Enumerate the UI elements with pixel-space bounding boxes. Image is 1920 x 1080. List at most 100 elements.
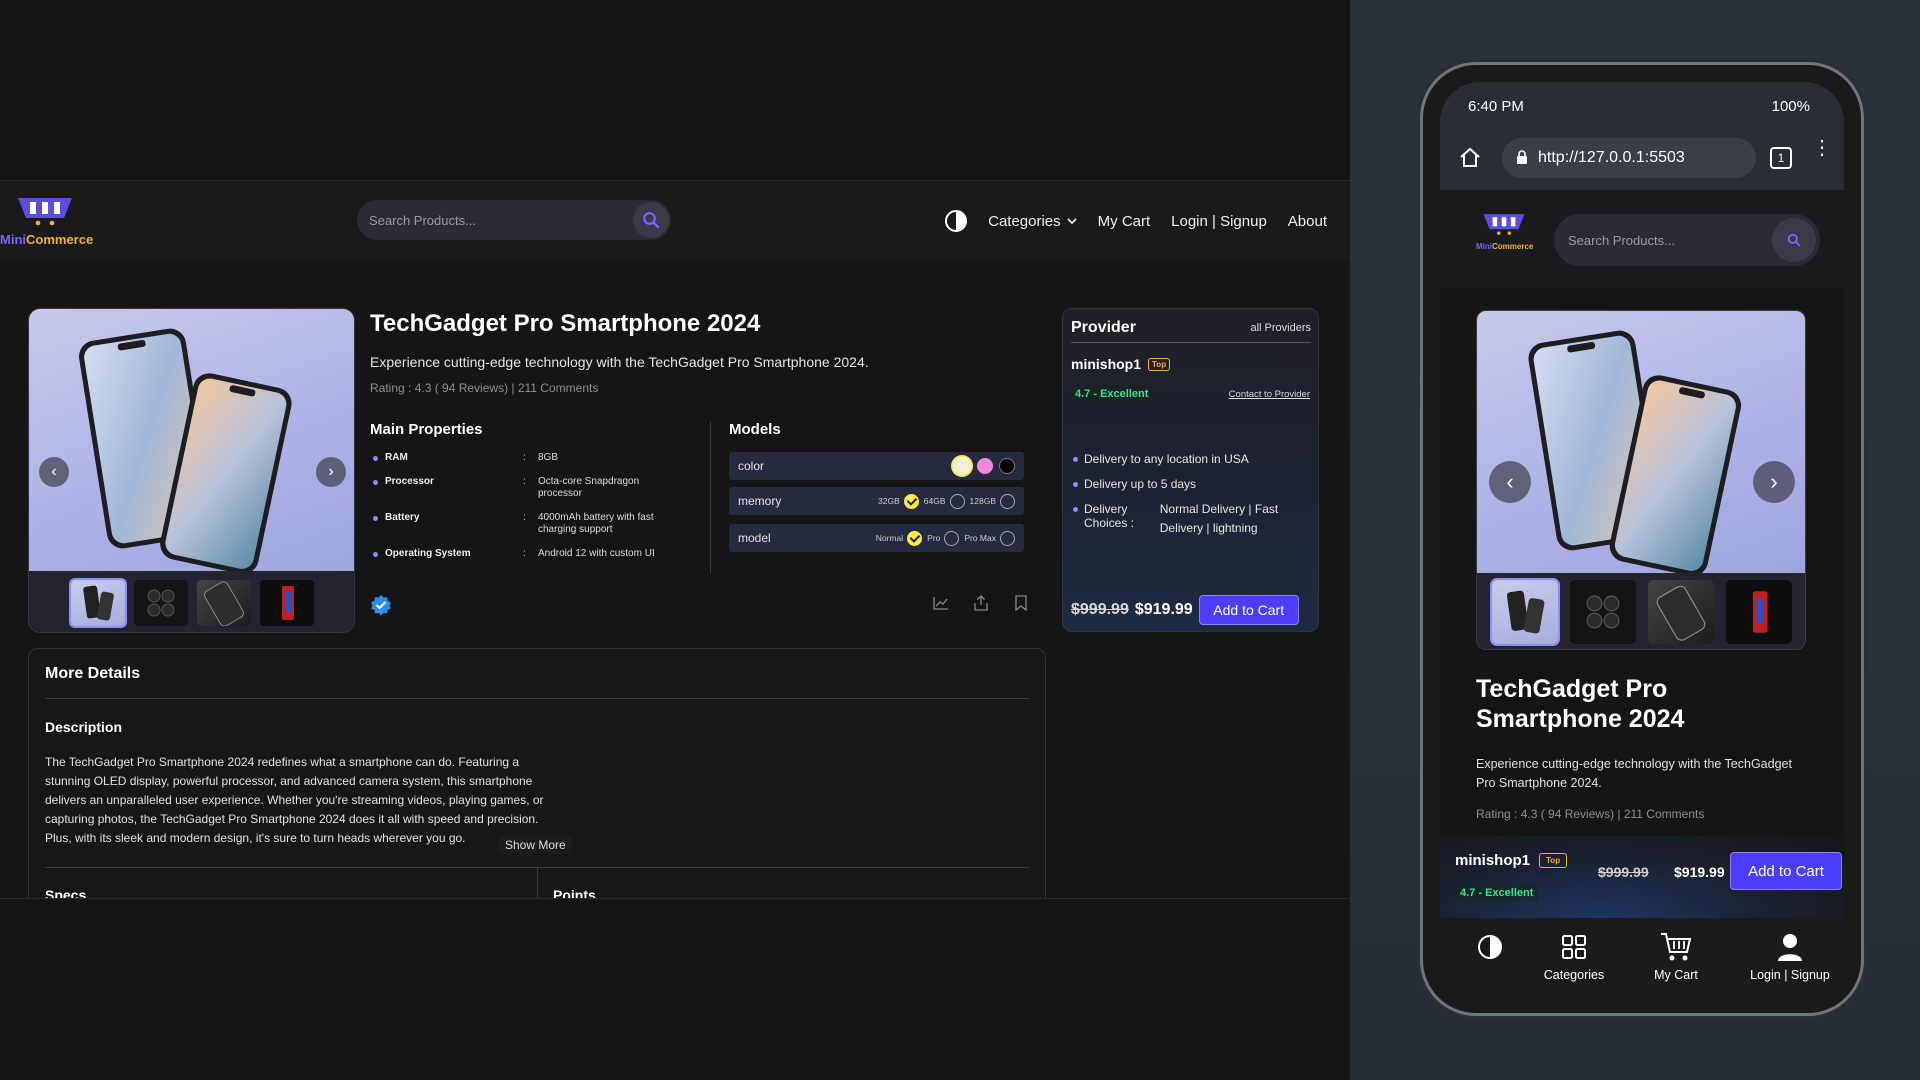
- mobile-logo[interactable]: MiniCommerce: [1474, 212, 1534, 262]
- product-image: [29, 309, 354, 575]
- bookmark-button[interactable]: [1010, 592, 1032, 614]
- mobile-tab-cart[interactable]: My Cart: [1626, 930, 1726, 982]
- new-price: $919.99: [1674, 864, 1725, 880]
- thumbnail-2[interactable]: [134, 579, 188, 626]
- home-icon[interactable]: [1458, 146, 1482, 168]
- search-button[interactable]: [633, 202, 669, 238]
- mobile-product-description: Experience cutting-edge technology with …: [1476, 757, 1792, 790]
- color-swatch-black[interactable]: [999, 458, 1015, 474]
- phones-illustration: [79, 328, 292, 575]
- mobile-tab-categories[interactable]: Categories: [1524, 930, 1624, 982]
- thumbnail-3[interactable]: [1648, 580, 1714, 644]
- nav-my-cart[interactable]: My Cart: [1098, 213, 1151, 230]
- model-option-pro-max[interactable]: Pro Max: [964, 530, 1015, 546]
- user-icon: [1778, 934, 1802, 961]
- more-menu-icon[interactable]: ⋮: [1812, 138, 1832, 158]
- mobile-product-title: TechGadget Pro Smartphone 2024: [1476, 675, 1685, 733]
- share-button[interactable]: [970, 592, 992, 614]
- chevron-down-icon: [1067, 217, 1077, 224]
- price-chart-button[interactable]: [930, 592, 952, 614]
- thumbnail-1[interactable]: [69, 577, 127, 628]
- nav-categories[interactable]: Categories: [988, 213, 1077, 230]
- divider: [0, 898, 1350, 899]
- nav-about[interactable]: About: [1288, 213, 1327, 230]
- gallery-prev-button[interactable]: ‹: [39, 457, 69, 487]
- thumbnail-1[interactable]: [1490, 578, 1560, 646]
- divider: [45, 698, 1029, 699]
- theme-toggle-button[interactable]: [945, 210, 968, 232]
- product-image: [1477, 311, 1805, 577]
- brand-name: MiniCommerce: [1476, 242, 1534, 251]
- mobile-tab-login[interactable]: Login | Signup: [1736, 930, 1844, 982]
- points-title: Points: [553, 887, 596, 898]
- delivery-info: Delivery to any location in USA Delivery…: [1071, 452, 1311, 549]
- thumbnail-2[interactable]: [1570, 580, 1636, 644]
- nav-login-signup[interactable]: Login | Signup: [1171, 213, 1267, 230]
- memory-option-32gb[interactable]: 32GB: [878, 493, 919, 509]
- mobile-search-input[interactable]: [1568, 214, 1768, 266]
- thumbnail-3[interactable]: [197, 579, 251, 626]
- all-providers-link[interactable]: all Providers: [1250, 322, 1311, 334]
- browser-chrome-area: [0, 0, 1350, 181]
- memory-option-128gb[interactable]: 128GB: [970, 493, 1015, 509]
- property-row: Processor: Octa-core Snapdragon processor: [370, 476, 670, 501]
- mobile-tab-bar: Categories My Cart Login | Signup: [1440, 918, 1844, 997]
- contact-provider-link[interactable]: Contact to Provider: [1229, 389, 1310, 400]
- color-swatch-cream[interactable]: [953, 457, 971, 475]
- show-more-button[interactable]: Show More: [499, 836, 572, 854]
- mobile-gallery-next-button[interactable]: ›: [1753, 461, 1795, 503]
- mobile-product-gallery: ‹ ›: [1476, 310, 1806, 650]
- memory-option-64gb[interactable]: 64GB: [924, 493, 965, 509]
- chevron-right-icon: ›: [1770, 469, 1778, 494]
- add-to-cart-button[interactable]: Add to Cart: [1198, 595, 1299, 625]
- bookmark-icon: [1015, 595, 1027, 611]
- radio-icon: [1000, 530, 1015, 546]
- model-option-pro[interactable]: Pro: [927, 530, 960, 546]
- search-bar: [357, 200, 671, 240]
- property-row: RAM:8GB: [370, 452, 670, 465]
- verified-badge-icon: [371, 595, 391, 616]
- thumbnail-4[interactable]: [1726, 580, 1792, 644]
- delivery-item: Delivery to any location in USA: [1071, 452, 1311, 466]
- cart-logo-icon: [1483, 214, 1525, 235]
- product-gallery: ‹ ›: [28, 308, 355, 633]
- mobile-navbar: MiniCommerce: [1440, 190, 1844, 288]
- divider: [537, 867, 538, 898]
- model-variant-row: model Normal Pro Pro Max: [729, 524, 1024, 552]
- thumbnail-4[interactable]: [260, 579, 314, 626]
- provider-header: Provider all Providers: [1071, 319, 1311, 343]
- gallery-next-button[interactable]: ›: [316, 457, 346, 487]
- top-badge: Top: [1148, 357, 1171, 371]
- delivery-item: Delivery up to 5 days: [1071, 477, 1311, 491]
- tabs-count-button[interactable]: 1: [1770, 147, 1792, 169]
- browser-url-bar: http://127.0.0.1:5503 1 ⋮: [1440, 132, 1844, 190]
- model-option-normal[interactable]: Normal: [876, 530, 923, 546]
- logo[interactable]: MiniCommerce: [0, 194, 100, 248]
- mobile-search-button[interactable]: [1772, 218, 1816, 262]
- grid-icon: [1562, 935, 1586, 959]
- mobile-add-to-cart-button[interactable]: Add to Cart: [1730, 852, 1842, 890]
- top-badge: Top: [1539, 853, 1568, 868]
- delivery-choices: Delivery Choices : Normal Delivery | Fast…: [1071, 502, 1311, 538]
- search-icon: [643, 212, 660, 229]
- radio-icon: [944, 530, 960, 546]
- search-input[interactable]: [369, 200, 619, 240]
- product-info: TechGadget Pro Smartphone 2024 Experienc…: [370, 308, 1040, 616]
- specs-title: Specs: [45, 887, 87, 898]
- provider-score: 4.7 - Excellent: [1455, 884, 1539, 902]
- mobile-gallery-prev-button[interactable]: ‹: [1489, 461, 1531, 503]
- product-page: ‹ › TechGadget Pro Smartphone 2024 Exper…: [0, 260, 1350, 898]
- main-properties-title: Main Properties: [370, 421, 483, 438]
- cart-icon: [1661, 933, 1692, 961]
- contrast-icon: [1478, 935, 1502, 959]
- provider-score: 4.7 - Excellent: [1071, 386, 1153, 402]
- color-swatch-pink[interactable]: [977, 458, 993, 474]
- url-field[interactable]: http://127.0.0.1:5503: [1502, 138, 1756, 178]
- old-price: $999.99: [1071, 601, 1129, 618]
- main-properties-list: RAM:8GB Processor: Octa-core Snapdragon p…: [370, 452, 670, 571]
- property-row: Battery:4000mAh battery with fast chargi…: [370, 512, 670, 537]
- chevron-right-icon: ›: [328, 463, 334, 480]
- divider: [710, 421, 711, 573]
- share-icon: [974, 595, 988, 611]
- description-text: The TechGadget Pro Smartphone 2024 redef…: [45, 755, 544, 845]
